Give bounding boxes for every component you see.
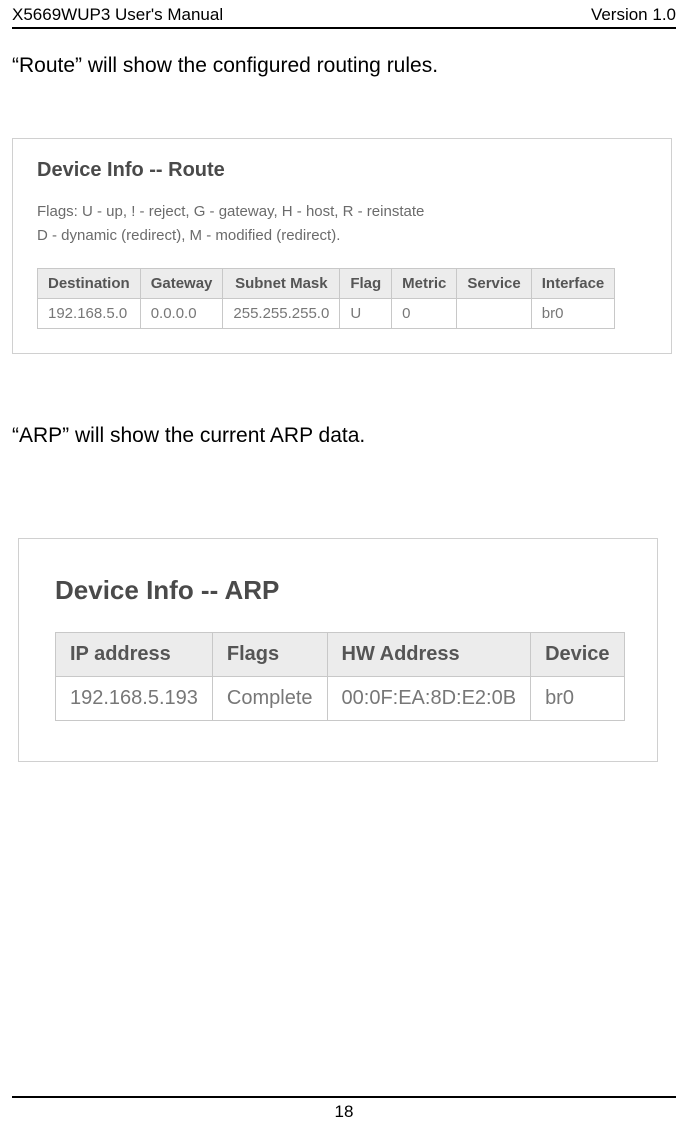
col-flag: Flag [340,269,392,299]
paragraph-route: “Route” will show the configured routing… [12,54,676,78]
cell-destination: 192.168.5.0 [38,299,141,329]
col-service: Service [457,269,531,299]
table-row: 192.168.5.193 Complete 00:0F:EA:8D:E2:0B… [56,677,625,721]
paragraph-arp: “ARP” will show the current ARP data. [12,424,676,448]
cell-ip: 192.168.5.193 [56,677,213,721]
col-interface: Interface [531,269,615,299]
route-table: Destination Gateway Subnet Mask Flag Met… [37,268,615,329]
flags-text: Flags: U - up, ! - reject, G - gateway, … [37,200,671,248]
arp-title: Device Info -- ARP [55,575,657,606]
col-ip: IP address [56,633,213,677]
header-right: Version 1.0 [591,5,676,25]
col-gateway: Gateway [140,269,223,299]
cell-flag: U [340,299,392,329]
col-destination: Destination [38,269,141,299]
cell-interface: br0 [531,299,615,329]
header-left: X5669WUP3 User's Manual [12,5,223,25]
route-title: Device Info -- Route [37,159,671,182]
header-rule [12,27,676,29]
table-header-row: IP address Flags HW Address Device [56,633,625,677]
flags-line1: Flags: U - up, ! - reject, G - gateway, … [37,203,424,220]
page-header: X5669WUP3 User's Manual Version 1.0 [12,0,676,27]
arp-table: IP address Flags HW Address Device 192.1… [55,632,625,721]
col-metric: Metric [392,269,457,299]
col-subnet: Subnet Mask [223,269,340,299]
route-screenshot: Device Info -- Route Flags: U - up, ! - … [12,138,672,354]
col-flags: Flags [212,633,327,677]
col-hw: HW Address [327,633,531,677]
page-number: 18 [12,1098,676,1122]
page-footer: 18 [12,1096,676,1122]
cell-hw: 00:0F:EA:8D:E2:0B [327,677,531,721]
cell-service [457,299,531,329]
table-row: 192.168.5.0 0.0.0.0 255.255.255.0 U 0 br… [38,299,615,329]
flags-line2: D - dynamic (redirect), M - modified (re… [37,227,340,244]
cell-flags: Complete [212,677,327,721]
cell-subnet: 255.255.255.0 [223,299,340,329]
cell-gateway: 0.0.0.0 [140,299,223,329]
arp-screenshot: Device Info -- ARP IP address Flags HW A… [18,538,658,762]
table-header-row: Destination Gateway Subnet Mask Flag Met… [38,269,615,299]
col-device: Device [531,633,625,677]
cell-metric: 0 [392,299,457,329]
cell-device: br0 [531,677,625,721]
